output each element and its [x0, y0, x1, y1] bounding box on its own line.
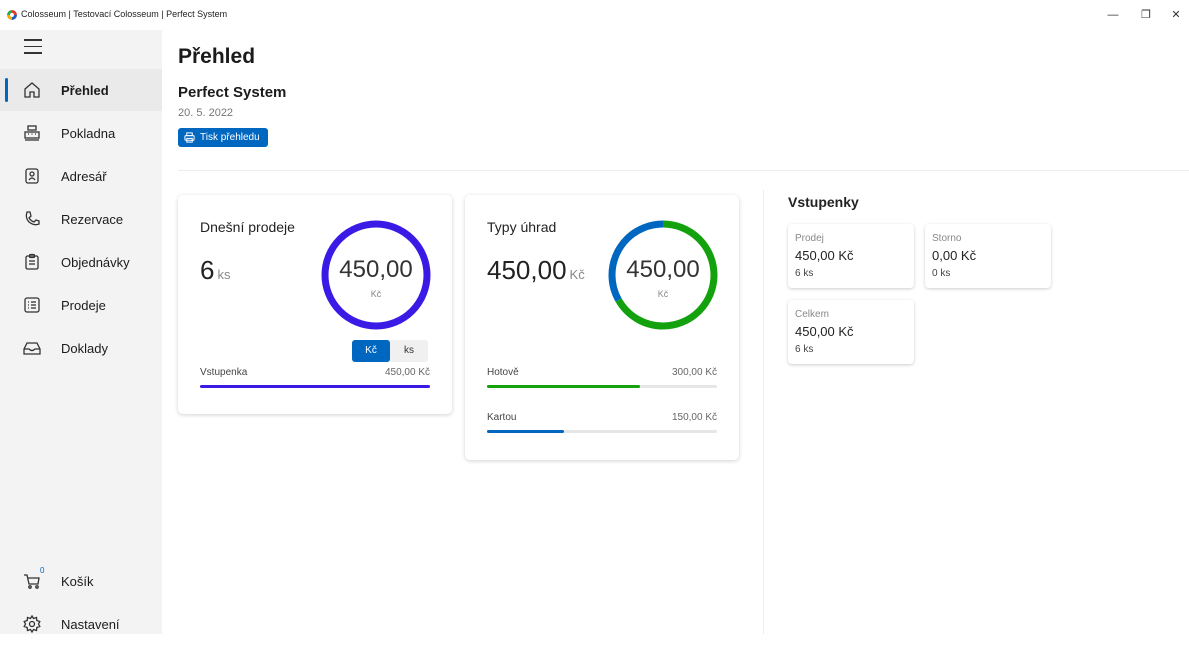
payment-amount-unit: Kč	[569, 267, 585, 282]
sidebar-item-pokladna[interactable]: Pokladna	[0, 112, 162, 154]
ticket-card-prodej: Prodej 450,00 Kč 6 ks	[788, 224, 914, 288]
payment-row-card-value: 150,00 Kč	[671, 412, 717, 423]
sales-donut-unit: Kč	[370, 289, 382, 299]
payment-row-card-bar-fill	[487, 430, 564, 433]
inbox-icon	[23, 342, 41, 355]
ticket-label: Celkem	[795, 309, 829, 320]
ticket-label: Prodej	[795, 233, 824, 244]
ticket-card-celkem: Celkem 450,00 Kč 6 ks	[788, 300, 914, 364]
clipboard-icon	[25, 253, 39, 270]
sidebar-item-prehled[interactable]: Přehled	[0, 69, 162, 111]
payment-amount-value: 450,00	[487, 255, 567, 285]
sidebar-item-label: Rezervace	[61, 212, 124, 227]
sales-donut-value: 450,00	[339, 256, 413, 283]
sidebar-item-doklady[interactable]: Doklady	[0, 327, 162, 369]
sales-count-value: 6	[200, 255, 215, 285]
header-divider	[178, 170, 1189, 171]
sales-row-value: 450,00 Kč	[384, 367, 430, 378]
toggle-kc-option[interactable]: Kč	[352, 340, 390, 362]
ticket-card-storno: Storno 0,00 Kč 0 ks	[925, 224, 1051, 288]
sidebar-item-label: Doklady	[61, 341, 108, 356]
sales-card: Dnešní prodeje 6 ks 450,00 Kč Kč ks Vstup…	[178, 195, 452, 414]
tickets-section-title: Vstupenky	[788, 194, 859, 210]
payment-row-card-label: Kartou	[487, 412, 517, 423]
payment-donut-value: 450,00	[626, 256, 700, 283]
ticket-count: 0 ks	[932, 268, 951, 279]
sales-row-bar	[200, 385, 430, 388]
contact-book-icon	[25, 168, 39, 184]
sidebar-item-nastaveni[interactable]: Nastavení	[0, 603, 162, 645]
payment-row-cash-label: Hotově	[487, 367, 519, 378]
payment-card-title: Typy úhrad	[487, 219, 557, 235]
payment-amount: 450,00 Kč	[487, 255, 585, 286]
toggle-ks-option[interactable]: ks	[390, 340, 428, 362]
ticket-amount: 0,00 Kč	[932, 248, 977, 263]
page-title: Přehled	[178, 45, 256, 68]
hamburger-menu-icon[interactable]	[24, 39, 42, 54]
ticket-label: Storno	[932, 233, 962, 244]
sales-row-label: Vstupenka	[200, 367, 248, 378]
close-button[interactable]: ✕	[1166, 7, 1186, 23]
sidebar-item-adresar[interactable]: Adresář	[0, 155, 162, 197]
sidebar: Přehled Pokladna Adresář Rezervace Objed…	[0, 30, 162, 634]
sidebar-item-kosik[interactable]: 0 Košík	[0, 560, 162, 602]
sidebar-item-label: Přehled	[61, 83, 109, 98]
colosseum-logo-icon	[7, 10, 17, 20]
payment-row-cash-bar	[487, 385, 717, 388]
window-title: Colosseum | Testovací Colosseum | Perfec…	[21, 9, 228, 19]
print-overview-label: Tisk přehledu	[200, 132, 260, 143]
sidebar-item-prodeje[interactable]: Prodeje	[0, 284, 162, 326]
sidebar-item-label: Adresář	[61, 169, 107, 184]
sidebar-item-label: Pokladna	[61, 126, 116, 141]
company-name: Perfect System	[178, 84, 287, 101]
sidebar-item-label: Nastavení	[61, 617, 120, 632]
cart-count-badge: 0	[40, 566, 45, 575]
phone-icon	[25, 211, 40, 226]
payment-row-cash-value: 300,00 Kč	[671, 367, 717, 378]
payment-row-cash-bar-fill	[487, 385, 641, 388]
sidebar-item-rezervace[interactable]: Rezervace	[0, 198, 162, 240]
sidebar-item-label: Objednávky	[61, 255, 130, 270]
title-bar: Colosseum | Testovací Colosseum | Perfec…	[0, 0, 1189, 30]
sidebar-item-label: Prodeje	[61, 298, 106, 313]
payment-donut-unit: Kč	[657, 289, 669, 299]
ticket-amount: 450,00 Kč	[795, 248, 854, 263]
payment-row-card-bar	[487, 430, 717, 433]
sidebar-item-label: Košík	[61, 574, 94, 589]
unit-toggle[interactable]: Kč ks	[352, 340, 428, 362]
sales-count-unit: ks	[217, 267, 231, 282]
gear-icon	[23, 614, 41, 634]
restore-button[interactable]: ❐	[1136, 7, 1156, 23]
ticket-count: 6 ks	[795, 344, 814, 355]
minimize-button[interactable]: —	[1103, 7, 1123, 23]
report-date: 20. 5. 2022	[178, 107, 234, 119]
list-icon	[24, 297, 40, 313]
sales-count: 6 ks	[200, 255, 230, 286]
ticket-count: 6 ks	[795, 268, 814, 279]
sidebar-item-objednavky[interactable]: Objednávky	[0, 241, 162, 283]
payment-types-card: Typy úhrad 450,00 Kč 450,00 Kč Hotově 300…	[465, 195, 739, 460]
cash-register-icon	[24, 125, 40, 141]
printer-icon	[184, 132, 195, 143]
print-overview-button[interactable]: Tisk přehledu	[178, 128, 268, 147]
main-content: Přehled Perfect System 20. 5. 2022 Tisk …	[162, 30, 1189, 634]
ticket-amount: 450,00 Kč	[795, 324, 854, 339]
section-divider	[763, 190, 764, 634]
home-icon	[24, 82, 40, 98]
cart-icon	[24, 574, 40, 589]
sales-card-title: Dnešní prodeje	[200, 219, 295, 235]
sales-row-bar-fill	[200, 385, 430, 388]
